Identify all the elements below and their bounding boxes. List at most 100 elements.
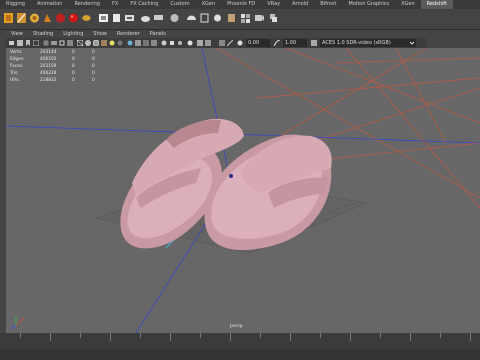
menu-shading[interactable]: Shading: [28, 30, 58, 38]
film-gate-icon[interactable]: [51, 40, 57, 46]
smooth-shade-icon[interactable]: [85, 40, 91, 46]
hud-value: 406102: [40, 57, 57, 62]
proxy-icon[interactable]: [140, 12, 151, 24]
isolate-select-icon[interactable]: [169, 40, 175, 46]
joint-icon[interactable]: [3, 12, 14, 24]
bind-skin-icon[interactable]: [29, 12, 40, 24]
shelf-tab-rigging[interactable]: Rigging: [0, 0, 31, 9]
material-icon[interactable]: [111, 12, 122, 24]
hud-value: 0: [72, 78, 75, 83]
viewport-persp[interactable]: Verts: 203144 0 0 Edges: 406102 0 0 Face…: [6, 48, 480, 333]
shelf-tab-bar: Rigging Animation Rendering FX FX Cachin…: [0, 0, 480, 9]
sphere-icon[interactable]: [169, 12, 180, 24]
textured-icon[interactable]: [101, 40, 107, 46]
hud-value: 0: [72, 57, 75, 62]
shelf-tab-fx-caching[interactable]: FX Caching: [124, 0, 164, 9]
menu-show[interactable]: Show: [88, 30, 112, 38]
wireframe-on-shaded-icon[interactable]: [93, 40, 99, 46]
hud-label: UVs:: [10, 78, 20, 83]
timeline-tick: [260, 333, 261, 338]
redshift-ipr-icon[interactable]: [81, 12, 92, 24]
wireframe-icon[interactable]: [77, 40, 83, 46]
camera-icon[interactable]: [254, 12, 265, 24]
shelf-tab-bifrost[interactable]: Bifrost: [314, 0, 342, 9]
timeline-tick: [290, 333, 291, 341]
gamma-icon[interactable]: [274, 40, 280, 46]
redshift-light-icon[interactable]: [98, 12, 109, 24]
shelf-tab-custom[interactable]: Custom: [164, 0, 195, 9]
hud-value: 203144: [40, 50, 57, 55]
timeline-tick: [200, 333, 201, 338]
shelf-tab-xgen-2[interactable]: XGen: [395, 0, 421, 9]
xray-icon[interactable]: [127, 40, 133, 46]
hud-value: 0: [72, 71, 75, 76]
texture-icon[interactable]: [226, 12, 237, 24]
view-transform-icon[interactable]: [311, 40, 317, 46]
shadows-icon[interactable]: [117, 40, 123, 46]
viewport-scene: [6, 48, 480, 333]
motion-blur-icon[interactable]: [143, 40, 149, 46]
timeline-tick: [410, 333, 411, 341]
color-management-icon[interactable]: [187, 40, 193, 46]
timeline-tick: [230, 333, 231, 341]
mirror-icon[interactable]: [55, 12, 66, 24]
exposure-field[interactable]: 0.00: [246, 39, 270, 47]
range-slider-bar[interactable]: [0, 349, 480, 360]
camera-name-label: persp: [230, 324, 243, 329]
anti-aliasing-icon[interactable]: [151, 40, 157, 46]
ik-handle-icon[interactable]: [16, 12, 27, 24]
shelf-tab-motion-graphics[interactable]: Motion Graphics: [342, 0, 395, 9]
image-plane-icon[interactable]: [33, 40, 39, 46]
hud-label: Tris:: [10, 71, 19, 76]
axis-indicator: [9, 316, 25, 330]
grid-toggle-icon[interactable]: [43, 40, 49, 46]
right-panel-strip: [426, 30, 480, 48]
gamma-field[interactable]: 1.00: [283, 39, 307, 47]
xray-joints-icon[interactable]: [177, 40, 183, 46]
shelf-tab-rendering[interactable]: Rendering: [68, 0, 106, 9]
menu-lighting[interactable]: Lighting: [58, 30, 88, 38]
timeline-tick: [380, 333, 381, 338]
bookmark-icon[interactable]: [25, 40, 31, 46]
menu-panels[interactable]: Panels: [145, 30, 171, 38]
two-sided-icon[interactable]: [197, 40, 203, 46]
paint-weights-icon[interactable]: [42, 12, 53, 24]
menu-view[interactable]: View: [6, 30, 28, 38]
sandal-right[interactable]: [204, 134, 332, 251]
redshift-render-icon[interactable]: [68, 12, 79, 24]
shelf-tab-fx[interactable]: FX: [106, 0, 124, 9]
hud-row-faces: Faces: 203159 0 0: [10, 63, 95, 70]
shelf-tab-vray[interactable]: VRay: [261, 0, 286, 9]
camera-attributes-icon[interactable]: [17, 40, 23, 46]
exposure-icon[interactable]: [237, 40, 243, 46]
grease-pencil-icon[interactable]: [227, 40, 233, 46]
camera-select-icon[interactable]: [9, 40, 15, 46]
shelf-tab-animation[interactable]: Animation: [31, 0, 69, 9]
area-light-icon[interactable]: [199, 12, 210, 24]
instance-icon[interactable]: [268, 12, 279, 24]
aov-icon[interactable]: [240, 12, 251, 24]
shelf-tab-arnold[interactable]: Arnold: [286, 0, 314, 9]
timeline-slider[interactable]: [0, 333, 480, 349]
timeline-tick: [470, 333, 471, 341]
shelf-icon-bar: [0, 9, 480, 30]
depth-of-field-icon[interactable]: [161, 40, 167, 46]
menu-renderer[interactable]: Renderer: [112, 30, 145, 38]
backface-icon[interactable]: [205, 40, 211, 46]
hud-value: 0: [92, 57, 95, 62]
volume-icon[interactable]: [212, 12, 223, 24]
use-all-lights-icon[interactable]: [109, 40, 115, 46]
ambient-occlusion-icon[interactable]: [135, 40, 141, 46]
shelf-tab-xgen[interactable]: XGen: [196, 0, 222, 9]
shelf-tab-phoenix[interactable]: Phoenix FD: [221, 0, 261, 9]
hud-value: 0: [72, 50, 75, 55]
hud-value: 0: [92, 50, 95, 55]
resolution-gate-icon[interactable]: [59, 40, 65, 46]
color-space-dropdown[interactable]: ACES 1.0 SDR-video (sRGB): [320, 39, 416, 47]
safe-action-icon[interactable]: [67, 40, 73, 46]
shelf-tab-redshift[interactable]: Redshift: [420, 0, 453, 9]
redshift-settings-icon[interactable]: [124, 12, 135, 24]
dome-light-icon[interactable]: [186, 12, 197, 24]
hud-icon[interactable]: [219, 40, 225, 46]
cube-icon[interactable]: [153, 12, 164, 24]
